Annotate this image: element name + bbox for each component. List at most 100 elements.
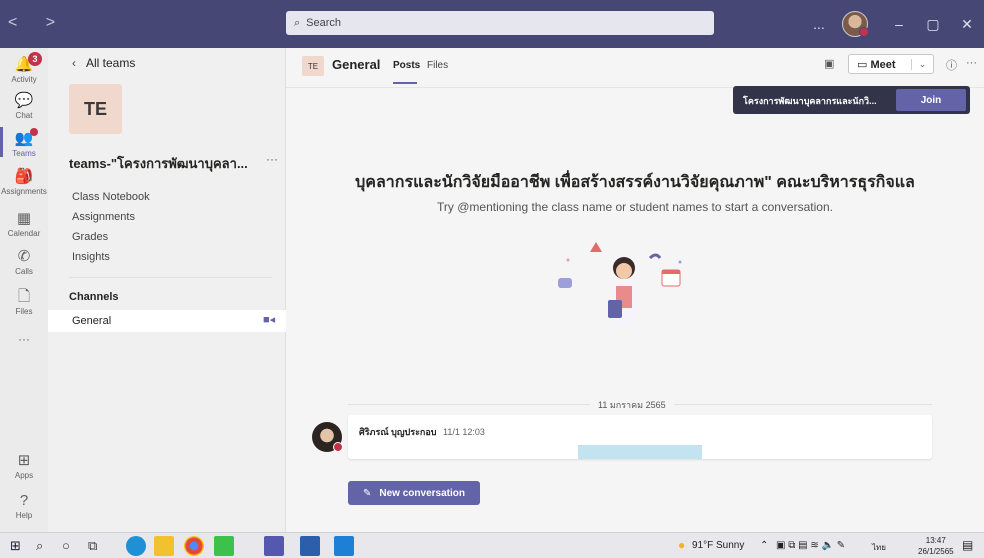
- teams-icon: 👥: [14, 130, 34, 147]
- team-more-button[interactable]: ···: [266, 152, 278, 166]
- close-button[interactable]: ✕: [950, 16, 984, 33]
- rail-label: Teams: [12, 149, 36, 158]
- join-button[interactable]: Join: [896, 89, 966, 111]
- active-tab-indicator: [393, 82, 417, 84]
- help-icon: ?: [19, 492, 29, 509]
- calendar-icon: ▦: [16, 210, 32, 227]
- link-insights[interactable]: Insights: [72, 251, 110, 263]
- author-avatar[interactable]: [312, 422, 343, 452]
- chevron-down-icon[interactable]: ⌄: [911, 58, 933, 70]
- meet-label: ▭ Meet: [857, 58, 896, 71]
- link-assignments[interactable]: Assignments: [72, 211, 135, 223]
- team-name[interactable]: teams-"โครงการพัฒนาบุคลา...: [69, 153, 269, 174]
- search-placeholder: Search: [306, 17, 342, 29]
- welcome-subline: Try @mentioning the class name or studen…: [437, 200, 833, 214]
- tab-posts[interactable]: Posts: [393, 60, 420, 71]
- tray-icons[interactable]: ▣ ⧉ ▤ ≋ 🔈 ✎: [776, 540, 845, 551]
- system-clock[interactable]: 13:47 26/1/2565: [918, 535, 954, 557]
- maximize-button[interactable]: ▢: [916, 16, 950, 33]
- link-class-notebook[interactable]: Class Notebook: [72, 191, 150, 203]
- rail-label: Files: [15, 307, 33, 316]
- weather-icon: ●: [678, 538, 686, 552]
- channel-label: General: [72, 315, 112, 327]
- team-panel: ‹ All teams TE teams-"โครงการพัฒนาบุคลา..…: [48, 48, 286, 532]
- header-more-button[interactable]: ···: [966, 57, 977, 69]
- all-teams-link[interactable]: ‹ All teams: [72, 56, 135, 70]
- post-attachment-thumbnail[interactable]: [578, 445, 702, 459]
- meet-button[interactable]: ▭ Meet ⌄: [848, 54, 934, 74]
- tab-files[interactable]: Files: [427, 60, 448, 71]
- notifications-icon[interactable]: ▤: [962, 538, 973, 552]
- rail-label: Calls: [15, 267, 33, 276]
- video-camera-icon: ■◂: [263, 314, 276, 326]
- clock-time: 13:47: [925, 536, 946, 545]
- title-bar: < > ⌕ Search ... – ▢ ✕: [0, 0, 984, 48]
- edge-icon[interactable]: [126, 536, 146, 556]
- tray-chevron-icon[interactable]: ⌃: [760, 540, 768, 551]
- new-conversation-button[interactable]: ✎ New conversation: [348, 481, 480, 505]
- search-icon: ⌕: [294, 16, 301, 29]
- welcome-illustration: [558, 242, 682, 324]
- video-icon: ▭: [857, 58, 871, 71]
- rail-more-apps[interactable]: ···: [0, 332, 48, 346]
- link-grades[interactable]: Grades: [72, 231, 108, 243]
- teams-dot: [30, 128, 38, 136]
- chevron-left-icon: ‹: [72, 56, 76, 70]
- chrome-icon[interactable]: [184, 536, 204, 556]
- new-conversation-label: New conversation: [379, 487, 465, 499]
- post-header: ศิริภรณ์ บุญประกอบ 11/1 12:03: [359, 425, 485, 439]
- channel-general[interactable]: General ■◂: [48, 310, 286, 332]
- panel-divider: [69, 277, 272, 278]
- welcome-headline: บุคลากรและนักวิจัยมืออาชีพ เพื่อสร้างสรร…: [355, 174, 915, 191]
- teams-taskbar-icon[interactable]: [264, 536, 284, 556]
- rail-item-assignments[interactable]: 🎒 Assignments: [0, 168, 48, 196]
- rail-item-calendar[interactable]: ▦ Calendar: [0, 210, 48, 238]
- rail-item-chat[interactable]: 💬 Chat: [0, 92, 48, 120]
- rail-item-calls[interactable]: ✆ Calls: [0, 248, 48, 276]
- apps-icon: ⊞: [17, 452, 31, 469]
- notebook-icon[interactable]: ▣: [824, 57, 834, 70]
- search-input[interactable]: ⌕ Search: [286, 11, 714, 35]
- history-nav[interactable]: < >: [8, 14, 67, 32]
- date-label: 11 มกราคม 2565: [590, 398, 674, 412]
- search-icon[interactable]: ⌕: [36, 537, 43, 555]
- info-icon[interactable]: ⓘ: [946, 57, 957, 73]
- windows-start-icon[interactable]: ⊞: [10, 537, 21, 555]
- word-icon[interactable]: [300, 536, 320, 556]
- chat-icon: 💬: [14, 92, 34, 109]
- channels-header: Channels: [69, 291, 119, 303]
- assignments-icon: 🎒: [14, 168, 34, 185]
- channel-header: TE General Posts Files ▣ ▭ Meet ⌄ ⓘ ···: [286, 48, 984, 88]
- line-icon[interactable]: [214, 536, 234, 556]
- outlook-icon[interactable]: [334, 536, 354, 556]
- more-options-button[interactable]: ...: [802, 16, 836, 32]
- conversation-post[interactable]: ศิริภรณ์ บุญประกอบ 11/1 12:03: [348, 415, 932, 459]
- meeting-title: โครงการพัฒนาบุคลากรและนักวิ...: [743, 96, 877, 106]
- file-explorer-icon[interactable]: [154, 536, 174, 556]
- all-teams-label: All teams: [86, 56, 136, 70]
- channel-title: General: [332, 57, 381, 72]
- activity-badge: 3: [28, 52, 42, 66]
- rail-item-apps[interactable]: ⊞ Apps: [0, 452, 48, 480]
- task-view-icon[interactable]: ⧉: [88, 537, 97, 555]
- post-author: ศิริภรณ์ บุญประกอบ: [359, 427, 437, 437]
- clock-date: 26/1/2565: [918, 547, 954, 556]
- team-tag: TE: [302, 56, 324, 76]
- rail-label: Activity: [11, 75, 37, 84]
- rail-item-files[interactable]: 🗋 Files: [0, 288, 48, 316]
- minimize-button[interactable]: –: [882, 16, 916, 32]
- weather-text[interactable]: 91°F Sunny: [692, 540, 744, 551]
- team-avatar: TE: [69, 84, 122, 134]
- post-time: 11/1 12:03: [443, 427, 485, 437]
- rail-label: Help: [15, 511, 33, 520]
- windows-taskbar: ⊞ ⌕ ○ ⧉ ● 91°F Sunny ⌃ ▣ ⧉ ▤ ≋ 🔈 ✎ ไทย 1…: [0, 532, 984, 558]
- rail-label: Calendar: [7, 229, 41, 238]
- rail-item-teams[interactable]: 👥 Teams: [0, 127, 48, 158]
- language-indicator[interactable]: ไทย: [872, 541, 886, 554]
- app-rail: 🔔 3 Activity 💬 Chat 👥 Teams 🎒 Assignment…: [0, 48, 48, 532]
- rail-item-help[interactable]: ? Help: [0, 492, 48, 520]
- rail-item-activity[interactable]: 🔔 3 Activity: [0, 52, 48, 84]
- file-icon: 🗋: [17, 288, 31, 305]
- profile-avatar[interactable]: [842, 11, 869, 37]
- cortana-icon[interactable]: ○: [62, 537, 70, 555]
